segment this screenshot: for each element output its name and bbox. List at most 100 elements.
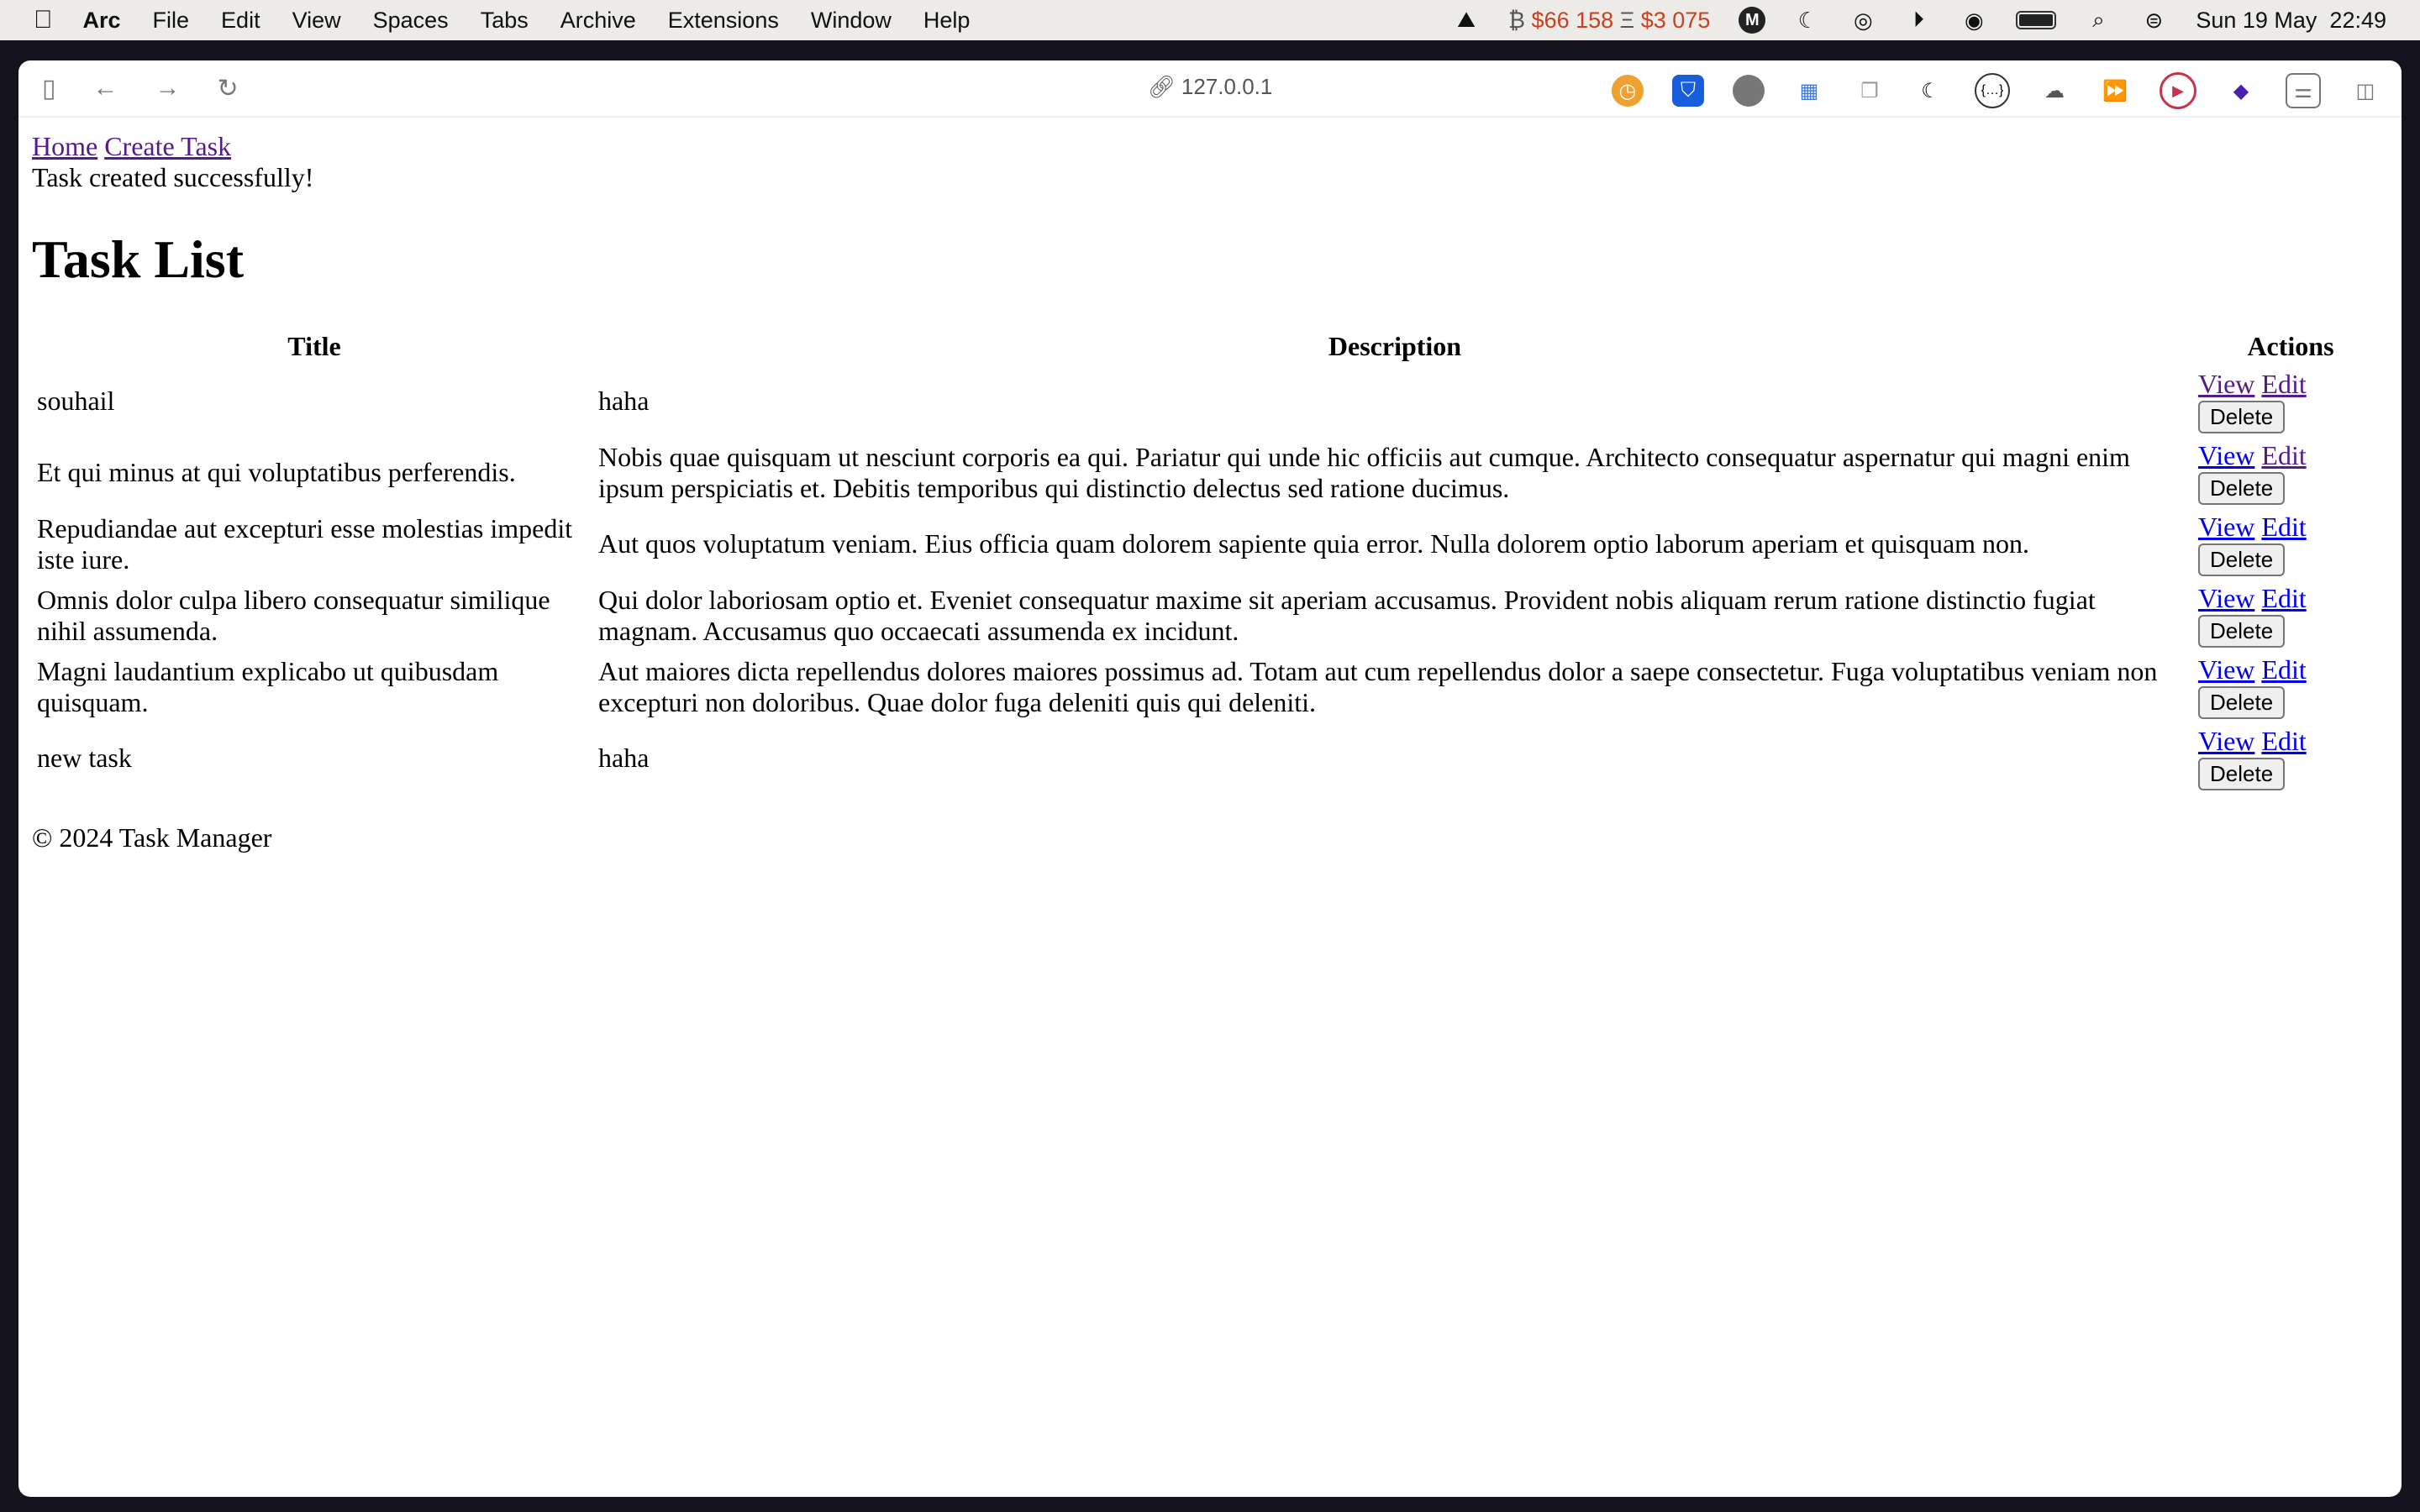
edit-link[interactable]: Edit: [2261, 369, 2306, 399]
airdrop-icon[interactable]: ◎: [1849, 7, 1876, 34]
edit-link[interactable]: Edit: [2261, 583, 2306, 613]
task-actions: View Edit Delete: [2196, 724, 2385, 792]
task-actions: View Edit Delete: [2196, 581, 2385, 649]
datetime[interactable]: Sun 19 May 22:49: [2196, 8, 2386, 34]
header-title: Title: [287, 331, 341, 361]
clock-extension-icon[interactable]: ◷: [1612, 75, 1644, 107]
task-description: Aut quos voluptatum veniam. Eius officia…: [598, 528, 2030, 559]
task-actions: View Edit Delete: [2196, 653, 2385, 721]
header-actions: Actions: [2247, 331, 2334, 361]
extensions-menu-icon[interactable]: ⚌: [2286, 73, 2321, 108]
table-row: Omnis dolor culpa libero consequatur sim…: [35, 581, 2385, 649]
ethereum-icon: Ξ: [1619, 7, 1635, 33]
forward-arrow-icon[interactable]: →: [155, 74, 181, 102]
menu-help[interactable]: Help: [923, 8, 971, 34]
task-title: new task: [37, 743, 132, 773]
crypto-ticker[interactable]: ₿ $66 158 Ξ $3 075: [1508, 8, 1710, 34]
menu-tabs[interactable]: Tabs: [481, 8, 529, 34]
table-header-row: Title Description Actions: [35, 329, 2385, 364]
edit-link[interactable]: Edit: [2261, 512, 2306, 542]
menu-view[interactable]: View: [292, 8, 341, 34]
delete-button[interactable]: Delete: [2198, 686, 2286, 719]
browser-toolbar: ▯ ← → ↻ 🔗︎ 127.0.0.1 ◷ ⛉ ▦ ❐ ☾ {…} ☁ ⏩ ▶…: [18, 60, 2402, 118]
view-link[interactable]: View: [2198, 369, 2254, 399]
success-message: Task created successfully!: [32, 162, 314, 192]
delete-button[interactable]: Delete: [2198, 472, 2286, 505]
video-play-icon[interactable]: ▶: [2160, 72, 2196, 109]
task-actions: View Edit Delete: [2196, 367, 2385, 435]
m-app-icon[interactable]: M: [1739, 7, 1766, 34]
bitwarden-icon[interactable]: ⛉: [1672, 75, 1704, 107]
purple-extension-icon[interactable]: ◆: [2225, 75, 2257, 107]
menu-bar:  Arc File Edit View Spaces Tabs Archive…: [0, 0, 2420, 40]
reload-icon[interactable]: ↻: [218, 74, 239, 103]
sleep-moon-icon[interactable]: ☾: [1914, 75, 1946, 107]
desktop:  Arc File Edit View Spaces Tabs Archive…: [0, 0, 2420, 1512]
split-view-icon[interactable]: ◫: [2349, 75, 2381, 107]
edit-link[interactable]: Edit: [2261, 726, 2306, 756]
task-title: souhail: [37, 386, 115, 416]
footer: © 2024 Task Manager: [32, 822, 272, 853]
view-link[interactable]: View: [2198, 583, 2254, 613]
delete-button[interactable]: Delete: [2198, 758, 2286, 790]
task-description: Aut maiores dicta repellendus dolores ma…: [598, 655, 2158, 717]
btc-price: $66 158: [1531, 7, 1614, 33]
create-task-link[interactable]: Create Task: [104, 131, 231, 161]
menu-edit[interactable]: Edit: [221, 8, 260, 34]
table-row: Repudiandae aut excepturi esse molestias…: [35, 510, 2385, 578]
battery-icon[interactable]: [2016, 11, 2057, 29]
task-table: Title Description Actions souhail haha Vie…: [32, 326, 2388, 795]
task-description: haha: [598, 743, 650, 773]
delete-button[interactable]: Delete: [2198, 401, 2286, 433]
view-link[interactable]: View: [2198, 654, 2254, 685]
task-description: Qui dolor laboriosam optio et. Eveniet c…: [598, 584, 2096, 646]
task-description: haha: [598, 386, 650, 416]
copy-extension-icon[interactable]: ❐: [1854, 75, 1886, 107]
page-title: Task List: [32, 229, 244, 289]
json-extension-icon[interactable]: {…}: [1975, 73, 2010, 108]
back-arrow-icon[interactable]: ←: [93, 74, 118, 102]
view-link[interactable]: View: [2198, 440, 2254, 470]
edit-link[interactable]: Edit: [2261, 440, 2306, 470]
moon-icon[interactable]: ☾: [1794, 7, 1821, 34]
mountain-icon[interactable]: ⛰: [1453, 7, 1480, 34]
task-title: Et qui minus at qui voluptatibus perfere…: [37, 457, 516, 487]
table-row: souhail haha View Edit Delete: [35, 367, 2385, 435]
control-center-icon[interactable]: ⊜: [2140, 7, 2167, 34]
menu-spaces[interactable]: Spaces: [373, 8, 449, 34]
header-description: Description: [1328, 331, 1462, 361]
search-icon[interactable]: ⌕: [2085, 7, 2112, 34]
task-title: Repudiandae aut excepturi esse molestias…: [37, 512, 573, 575]
cloud-icon[interactable]: ☁: [2039, 75, 2070, 107]
nav-links: Home Create Task: [32, 131, 2388, 162]
task-title: Magni laudantium explicabo ut quibusdam …: [37, 655, 499, 717]
delete-button[interactable]: Delete: [2198, 615, 2286, 648]
bitcoin-icon: ₿: [1508, 7, 1526, 33]
gauge-extension-icon[interactable]: [1733, 75, 1765, 107]
apple-menu-icon[interactable]: : [34, 6, 53, 34]
task-title: Omnis dolor culpa libero consequatur sim…: [37, 584, 550, 646]
browser-window: ▯ ← → ↻ 🔗︎ 127.0.0.1 ◷ ⛉ ▦ ❐ ☾ {…} ☁ ⏩ ▶…: [18, 60, 2402, 1497]
url-text[interactable]: 127.0.0.1: [1181, 74, 1272, 99]
menu-file[interactable]: File: [153, 8, 190, 34]
user-icon[interactable]: ◉: [1960, 7, 1987, 34]
edit-link[interactable]: Edit: [2261, 654, 2306, 685]
view-link[interactable]: View: [2198, 726, 2254, 756]
table-row: new task haha View Edit Delete: [35, 724, 2385, 792]
task-description: Nobis quae quisquam ut nesciunt corporis…: [598, 441, 2130, 503]
calendar-extension-icon[interactable]: ▦: [1793, 75, 1825, 107]
menu-app-name[interactable]: Arc: [83, 8, 121, 34]
view-link[interactable]: View: [2198, 512, 2254, 542]
delete-button[interactable]: Delete: [2198, 543, 2286, 576]
link-icon: 🔗︎: [1147, 74, 1176, 99]
fast-forward-icon[interactable]: ⏩: [2099, 75, 2131, 107]
table-row: Magni laudantium explicabo ut quibusdam …: [35, 653, 2385, 721]
eth-price: $3 075: [1640, 7, 1711, 33]
table-row: Et qui minus at qui voluptatibus perfere…: [35, 438, 2385, 507]
menu-extensions[interactable]: Extensions: [668, 8, 779, 34]
sidebar-toggle-icon[interactable]: ▯: [42, 74, 56, 103]
menu-archive[interactable]: Archive: [560, 8, 636, 34]
menu-window[interactable]: Window: [811, 8, 892, 34]
home-link[interactable]: Home: [32, 131, 97, 161]
play-icon[interactable]: ⏵: [1905, 7, 1932, 34]
